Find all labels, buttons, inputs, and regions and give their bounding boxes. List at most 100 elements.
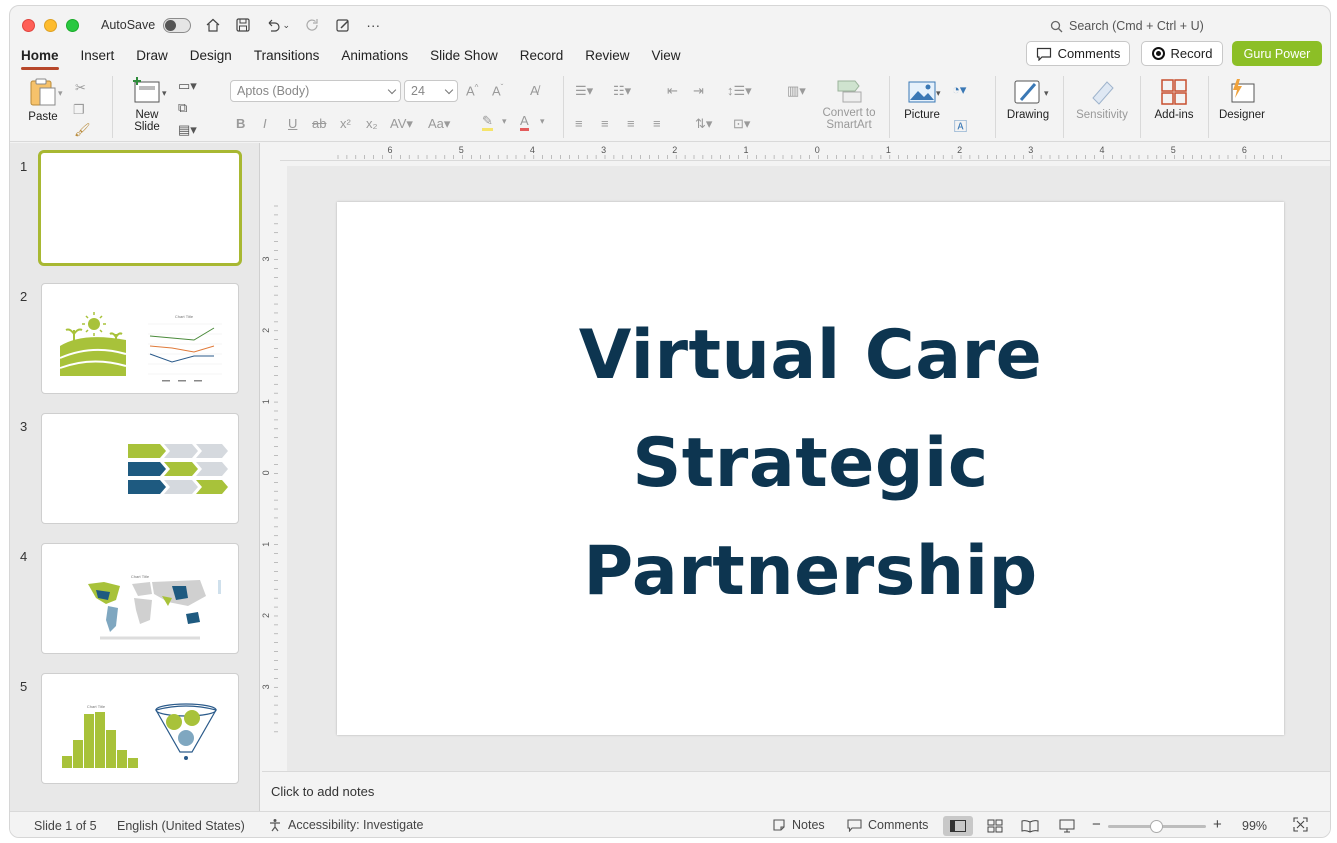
columns-icon[interactable]: ▥▾ <box>787 83 806 99</box>
font-color-icon[interactable]: A <box>520 114 529 131</box>
copy-icon[interactable]: ❐ <box>73 102 85 118</box>
new-slide-dropdown-icon[interactable]: ▾ <box>162 88 167 99</box>
layout-icon[interactable]: ▭▾ <box>178 78 197 94</box>
addins-button[interactable]: Add-ins <box>1149 78 1199 121</box>
numbering-icon[interactable]: ☷▾ <box>613 83 631 99</box>
font-name-select[interactable]: Aptos (Body) <box>230 80 401 102</box>
close-window-button[interactable] <box>22 18 35 32</box>
reading-view-button[interactable] <box>1015 816 1045 836</box>
align-text-icon[interactable]: ⊡▾ <box>733 116 750 132</box>
underline-icon[interactable]: U <box>288 116 297 131</box>
tab-insert[interactable]: Insert <box>70 43 126 69</box>
text-direction-icon[interactable]: ⇅▾ <box>695 116 712 132</box>
picture-dropdown-icon[interactable]: ▾ <box>936 88 941 99</box>
zoom-window-button[interactable] <box>66 18 79 32</box>
align-right-icon[interactable]: ≡ <box>627 116 635 131</box>
notes-pane[interactable]: Click to add notes <box>262 771 1330 811</box>
cut-icon[interactable]: ✂ <box>75 80 86 96</box>
record-button[interactable]: Record <box>1141 41 1223 66</box>
bold-icon[interactable]: B <box>236 116 245 131</box>
align-left-icon[interactable]: ≡ <box>575 116 583 131</box>
font-size-select[interactable]: 24 <box>404 80 458 102</box>
tab-transitions[interactable]: Transitions <box>243 43 331 69</box>
zoom-out-button[interactable]: − <box>1092 816 1101 833</box>
text-box-icon[interactable]: 🄰 <box>954 116 967 135</box>
home-icon[interactable] <box>205 17 221 33</box>
shapes-icon[interactable]: ◔▾ <box>952 82 966 98</box>
decrease-indent-icon[interactable]: ⇤ <box>667 83 678 99</box>
tab-slide-show[interactable]: Slide Show <box>419 43 509 69</box>
picture-button[interactable]: Picture <box>900 78 944 121</box>
font-color-dropdown-icon[interactable]: ▾ <box>540 116 545 127</box>
zoom-level[interactable]: 99% <box>1242 819 1267 833</box>
comments-toggle-button[interactable]: Comments <box>847 818 928 832</box>
tab-draw[interactable]: Draw <box>125 43 179 69</box>
justify-icon[interactable]: ≡ <box>653 116 661 131</box>
character-spacing-icon[interactable]: AV▾ <box>390 116 413 132</box>
slide-thumbnail-3[interactable] <box>41 413 239 524</box>
increase-font-size-icon[interactable]: A^ <box>466 83 478 98</box>
tab-home[interactable]: Home <box>10 43 70 70</box>
paste-dropdown-icon[interactable]: ▾ <box>58 88 63 99</box>
highlight-icon[interactable]: ✎ <box>482 114 493 131</box>
designer-button[interactable]: Designer <box>1215 78 1269 121</box>
language-status[interactable]: English (United States) <box>117 819 245 833</box>
autosave-toggle[interactable] <box>163 17 192 33</box>
save-icon[interactable] <box>235 17 251 33</box>
tab-view[interactable]: View <box>641 43 692 69</box>
paste-label: Paste <box>28 111 58 123</box>
change-case-icon[interactable]: Aa▾ <box>428 116 450 132</box>
highlight-dropdown-icon[interactable]: ▾ <box>502 116 507 127</box>
zoom-in-button[interactable]: + <box>1213 816 1222 833</box>
guru-power-button[interactable]: Guru Power <box>1232 41 1322 66</box>
slide-title-line: Strategic <box>632 424 989 503</box>
tab-record[interactable]: Record <box>509 43 575 69</box>
drawing-button[interactable]: Drawing <box>1005 78 1051 121</box>
reset-icon[interactable]: ⧉ <box>178 100 187 116</box>
align-center-icon[interactable]: ≡ <box>601 116 609 131</box>
customize-icon[interactable] <box>335 17 351 33</box>
ruler-label: 3 <box>1028 145 1033 155</box>
undo-dropdown-icon[interactable]: ⌄ <box>281 17 291 33</box>
decrease-font-size-icon[interactable]: Aˇ <box>492 83 503 98</box>
subscript-icon[interactable]: x₂ <box>366 116 378 131</box>
section-icon[interactable]: ▤▾ <box>178 122 197 138</box>
superscript-icon[interactable]: x² <box>340 116 351 131</box>
slide-thumbnail-1[interactable] <box>38 150 242 266</box>
search-box[interactable]: Search (Cmd + Ctrl + U) <box>1050 19 1204 33</box>
tab-review[interactable]: Review <box>574 43 640 69</box>
slide-title[interactable]: Virtual Care Strategic Partnership <box>337 302 1284 626</box>
current-slide[interactable]: Virtual Care Strategic Partnership <box>337 202 1284 735</box>
comments-button[interactable]: Comments <box>1026 41 1130 66</box>
notes-toggle-button[interactable]: Notes <box>772 818 825 832</box>
format-painter-icon[interactable]: 🖌 <box>74 122 91 138</box>
slide-thumbnail-2[interactable]: Chart Title <box>41 283 239 394</box>
fit-to-window-button[interactable] <box>1293 817 1308 835</box>
undo-icon[interactable] <box>265 17 281 33</box>
new-slide-button[interactable]: New Slide <box>124 76 170 133</box>
slide-thumbnail-5[interactable]: Chart Title <box>41 673 239 784</box>
accessibility-status[interactable]: Accessibility: Investigate <box>268 818 423 832</box>
convert-smartart-button[interactable]: Convert to SmartArt <box>816 78 882 131</box>
strikethrough-icon[interactable]: ab <box>312 116 326 131</box>
zoom-slider[interactable] <box>1108 820 1206 833</box>
normal-view-button[interactable] <box>943 816 973 836</box>
paste-button[interactable]: Paste <box>22 76 64 123</box>
zoom-slider-thumb[interactable] <box>1150 820 1163 833</box>
reading-view-icon <box>1021 820 1039 833</box>
slideshow-view-button[interactable] <box>1052 816 1082 836</box>
line-spacing-icon[interactable]: ↕☰▾ <box>727 83 752 99</box>
minimize-window-button[interactable] <box>44 18 57 32</box>
clear-formatting-icon[interactable]: A̸ <box>530 83 539 98</box>
more-options-icon[interactable]: ··· <box>365 17 381 33</box>
tab-design[interactable]: Design <box>179 43 243 69</box>
increase-indent-icon[interactable]: ⇥ <box>693 83 704 99</box>
font-name-value: Aptos (Body) <box>237 84 310 98</box>
slide-sorter-view-button[interactable] <box>980 816 1010 836</box>
bullets-icon[interactable]: ☰▾ <box>575 83 593 99</box>
tab-animations[interactable]: Animations <box>330 43 419 69</box>
italic-icon[interactable]: I <box>263 116 267 131</box>
slide-thumbnail-4[interactable]: Chart Title <box>41 543 239 654</box>
drawing-dropdown-icon[interactable]: ▾ <box>1044 88 1049 99</box>
notes-icon <box>773 819 785 831</box>
